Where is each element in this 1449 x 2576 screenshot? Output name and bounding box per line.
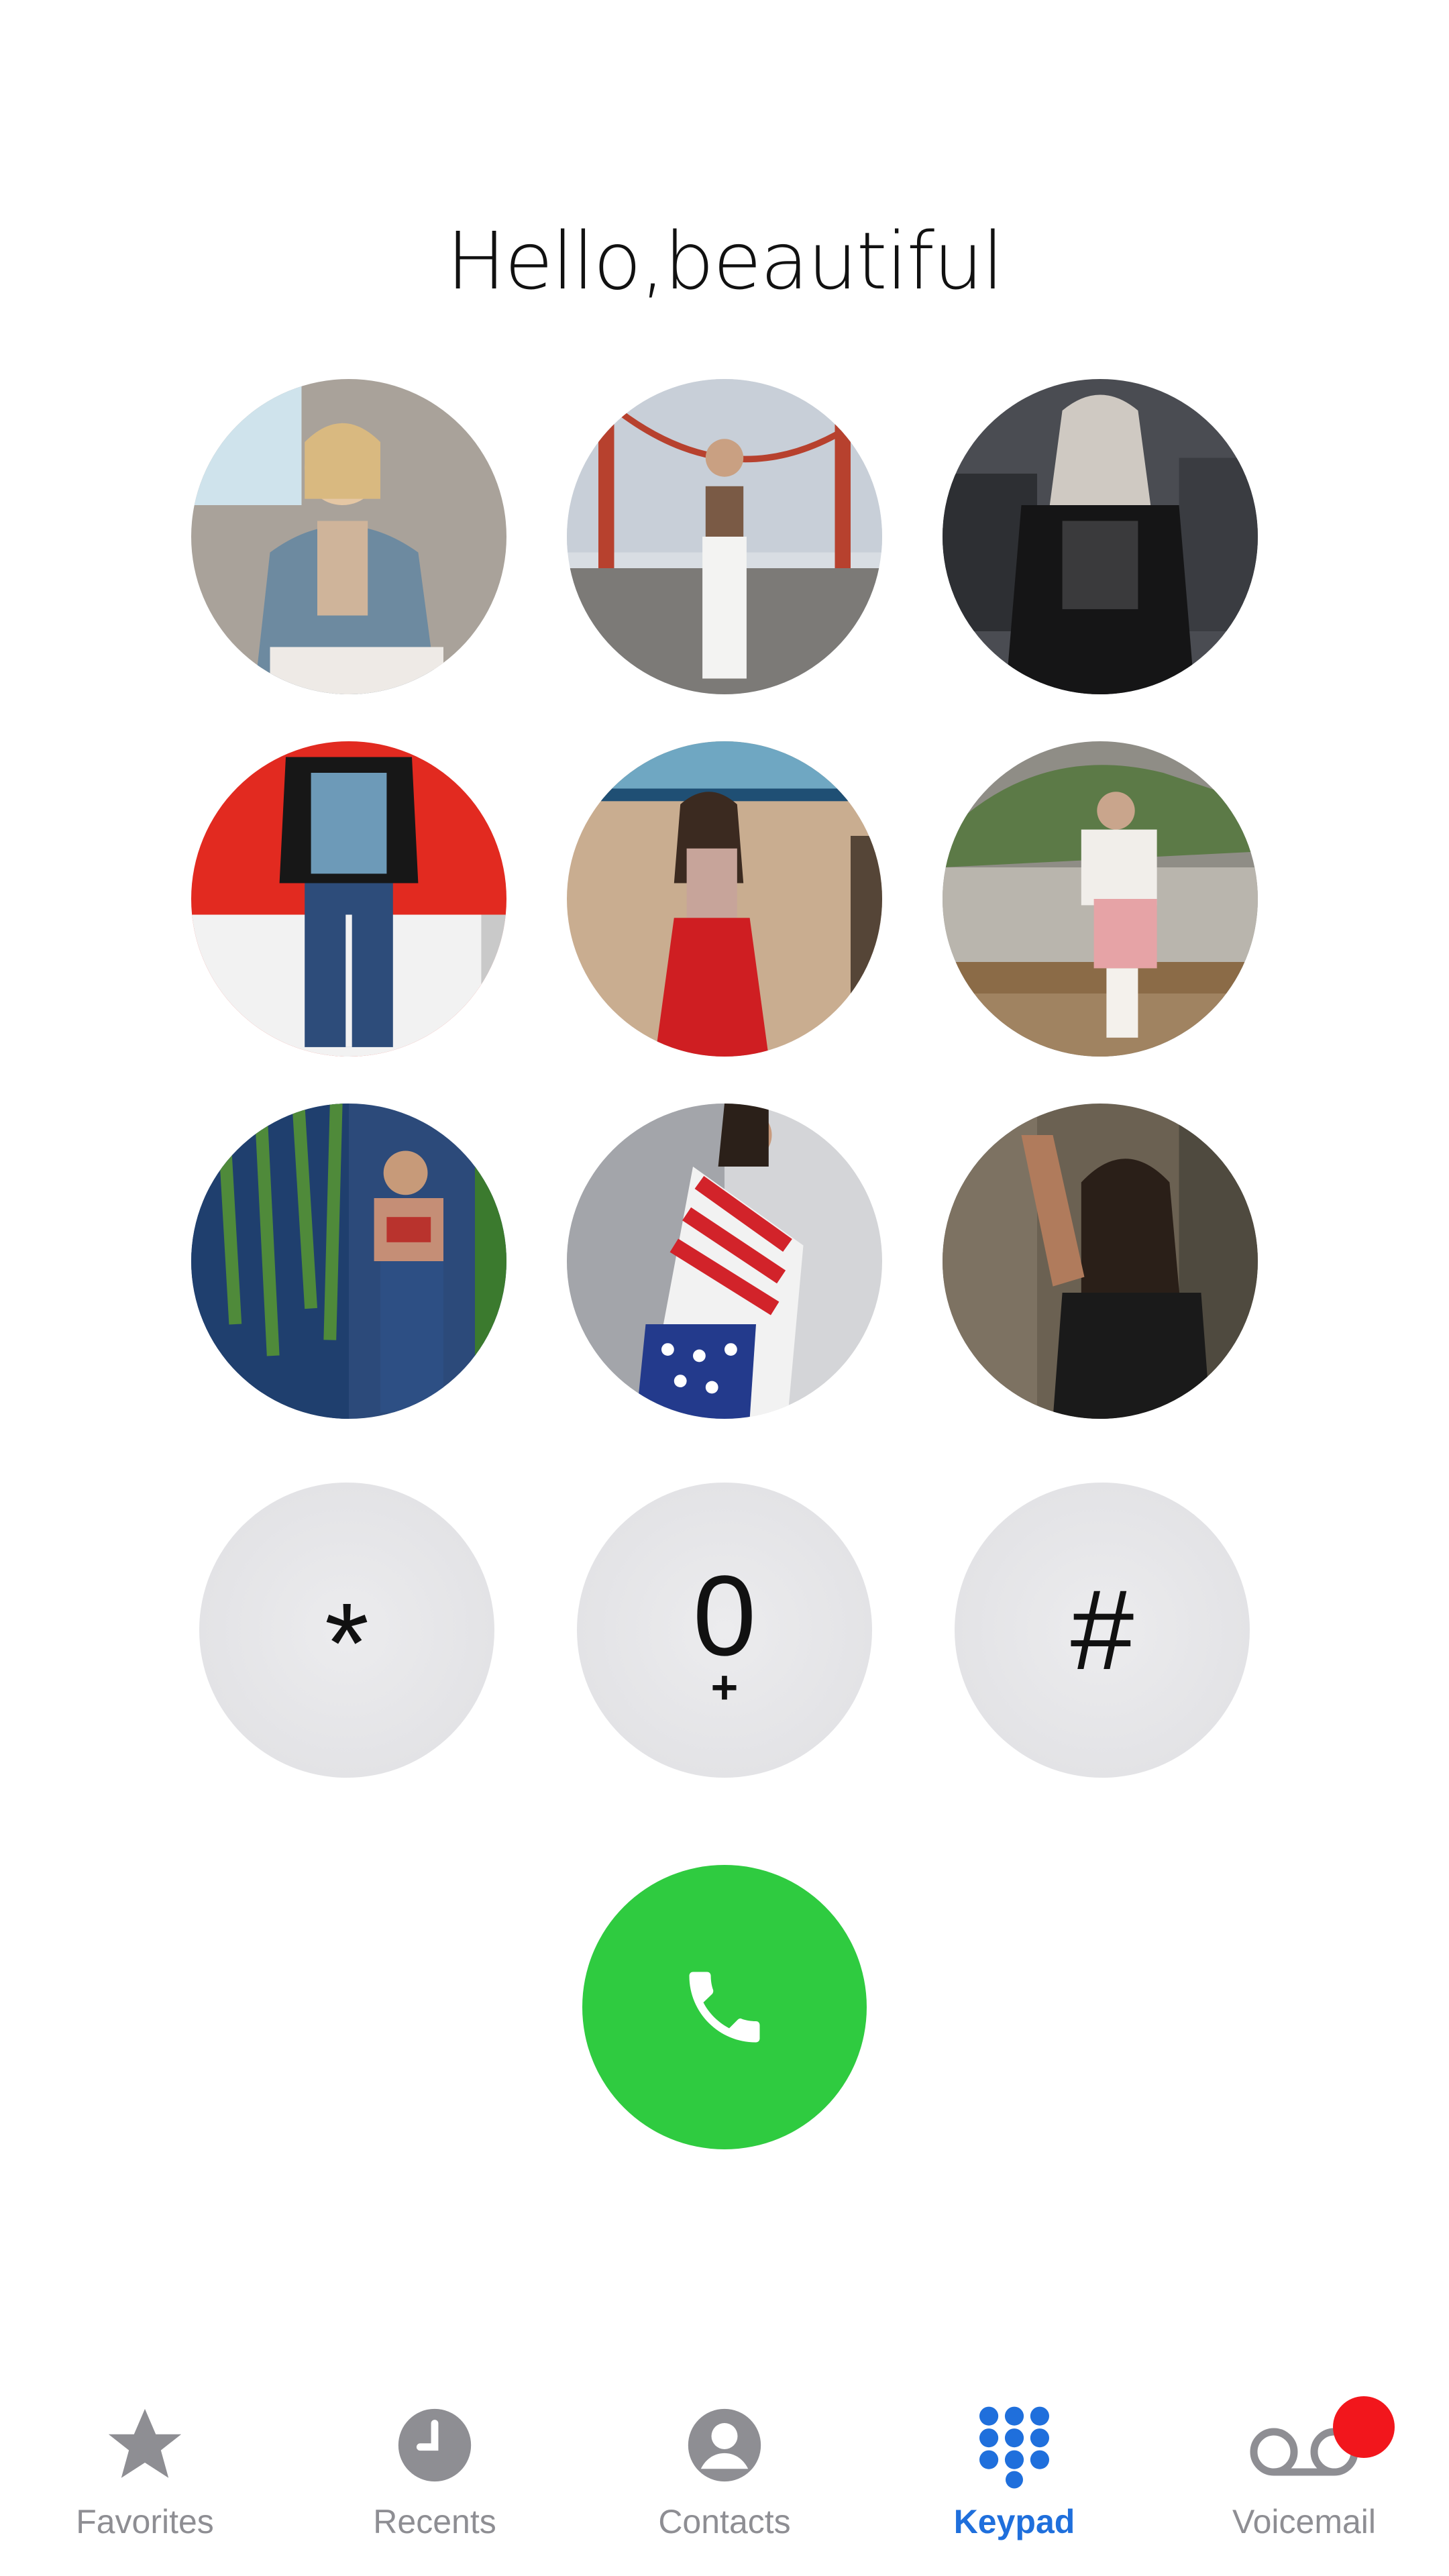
photo-3[interactable]	[943, 379, 1258, 694]
key-zero-label: 0	[692, 1552, 757, 1680]
star-icon	[108, 2408, 182, 2478]
photo-4[interactable]	[191, 741, 506, 1057]
tab-keypad[interactable]: Keypad	[869, 2368, 1159, 2576]
tab-recents[interactable]: Recents	[290, 2368, 580, 2576]
voicemail-badge	[1333, 2396, 1395, 2458]
key-zero[interactable]: 0 +	[577, 1483, 872, 1778]
key-zero-sublabel: +	[710, 1661, 739, 1713]
clock-icon	[398, 2408, 472, 2482]
tab-contacts[interactable]: Contacts	[580, 2368, 869, 2576]
keypad-grid-icon	[979, 2406, 1049, 2489]
page-title: Hello,beautiful	[446, 215, 1004, 307]
photo-1[interactable]	[191, 379, 506, 694]
key-hash-label: #	[1070, 1566, 1134, 1694]
tab-bar: Favorites Recents Contacts Keypad Voicem…	[0, 2368, 1449, 2576]
photo-2[interactable]	[567, 379, 882, 694]
phone-icon	[689, 1972, 760, 2043]
key-hash[interactable]: #	[955, 1483, 1250, 1778]
tab-voicemail-label: Voicemail	[1232, 2503, 1376, 2540]
key-star[interactable]: *	[199, 1483, 494, 1778]
photo-7[interactable]	[191, 1104, 506, 1419]
photo-6[interactable]	[943, 741, 1258, 1057]
tab-favorites-label: Favorites	[76, 2503, 214, 2540]
voicemail-icon-wrap	[1247, 2396, 1395, 2489]
tab-keypad-label: Keypad	[953, 2503, 1075, 2540]
call-button[interactable]	[582, 1865, 867, 2149]
key-star-label: *	[324, 1580, 370, 1707]
person-icon	[688, 2408, 761, 2482]
tab-voicemail[interactable]: Voicemail	[1159, 2368, 1449, 2576]
tab-favorites[interactable]: Favorites	[0, 2368, 290, 2576]
tab-recents-label: Recents	[373, 2503, 496, 2540]
photo-5[interactable]	[567, 741, 882, 1057]
photo-8[interactable]	[567, 1104, 882, 1419]
photo-9[interactable]	[943, 1104, 1258, 1419]
tab-contacts-label: Contacts	[658, 2503, 791, 2540]
